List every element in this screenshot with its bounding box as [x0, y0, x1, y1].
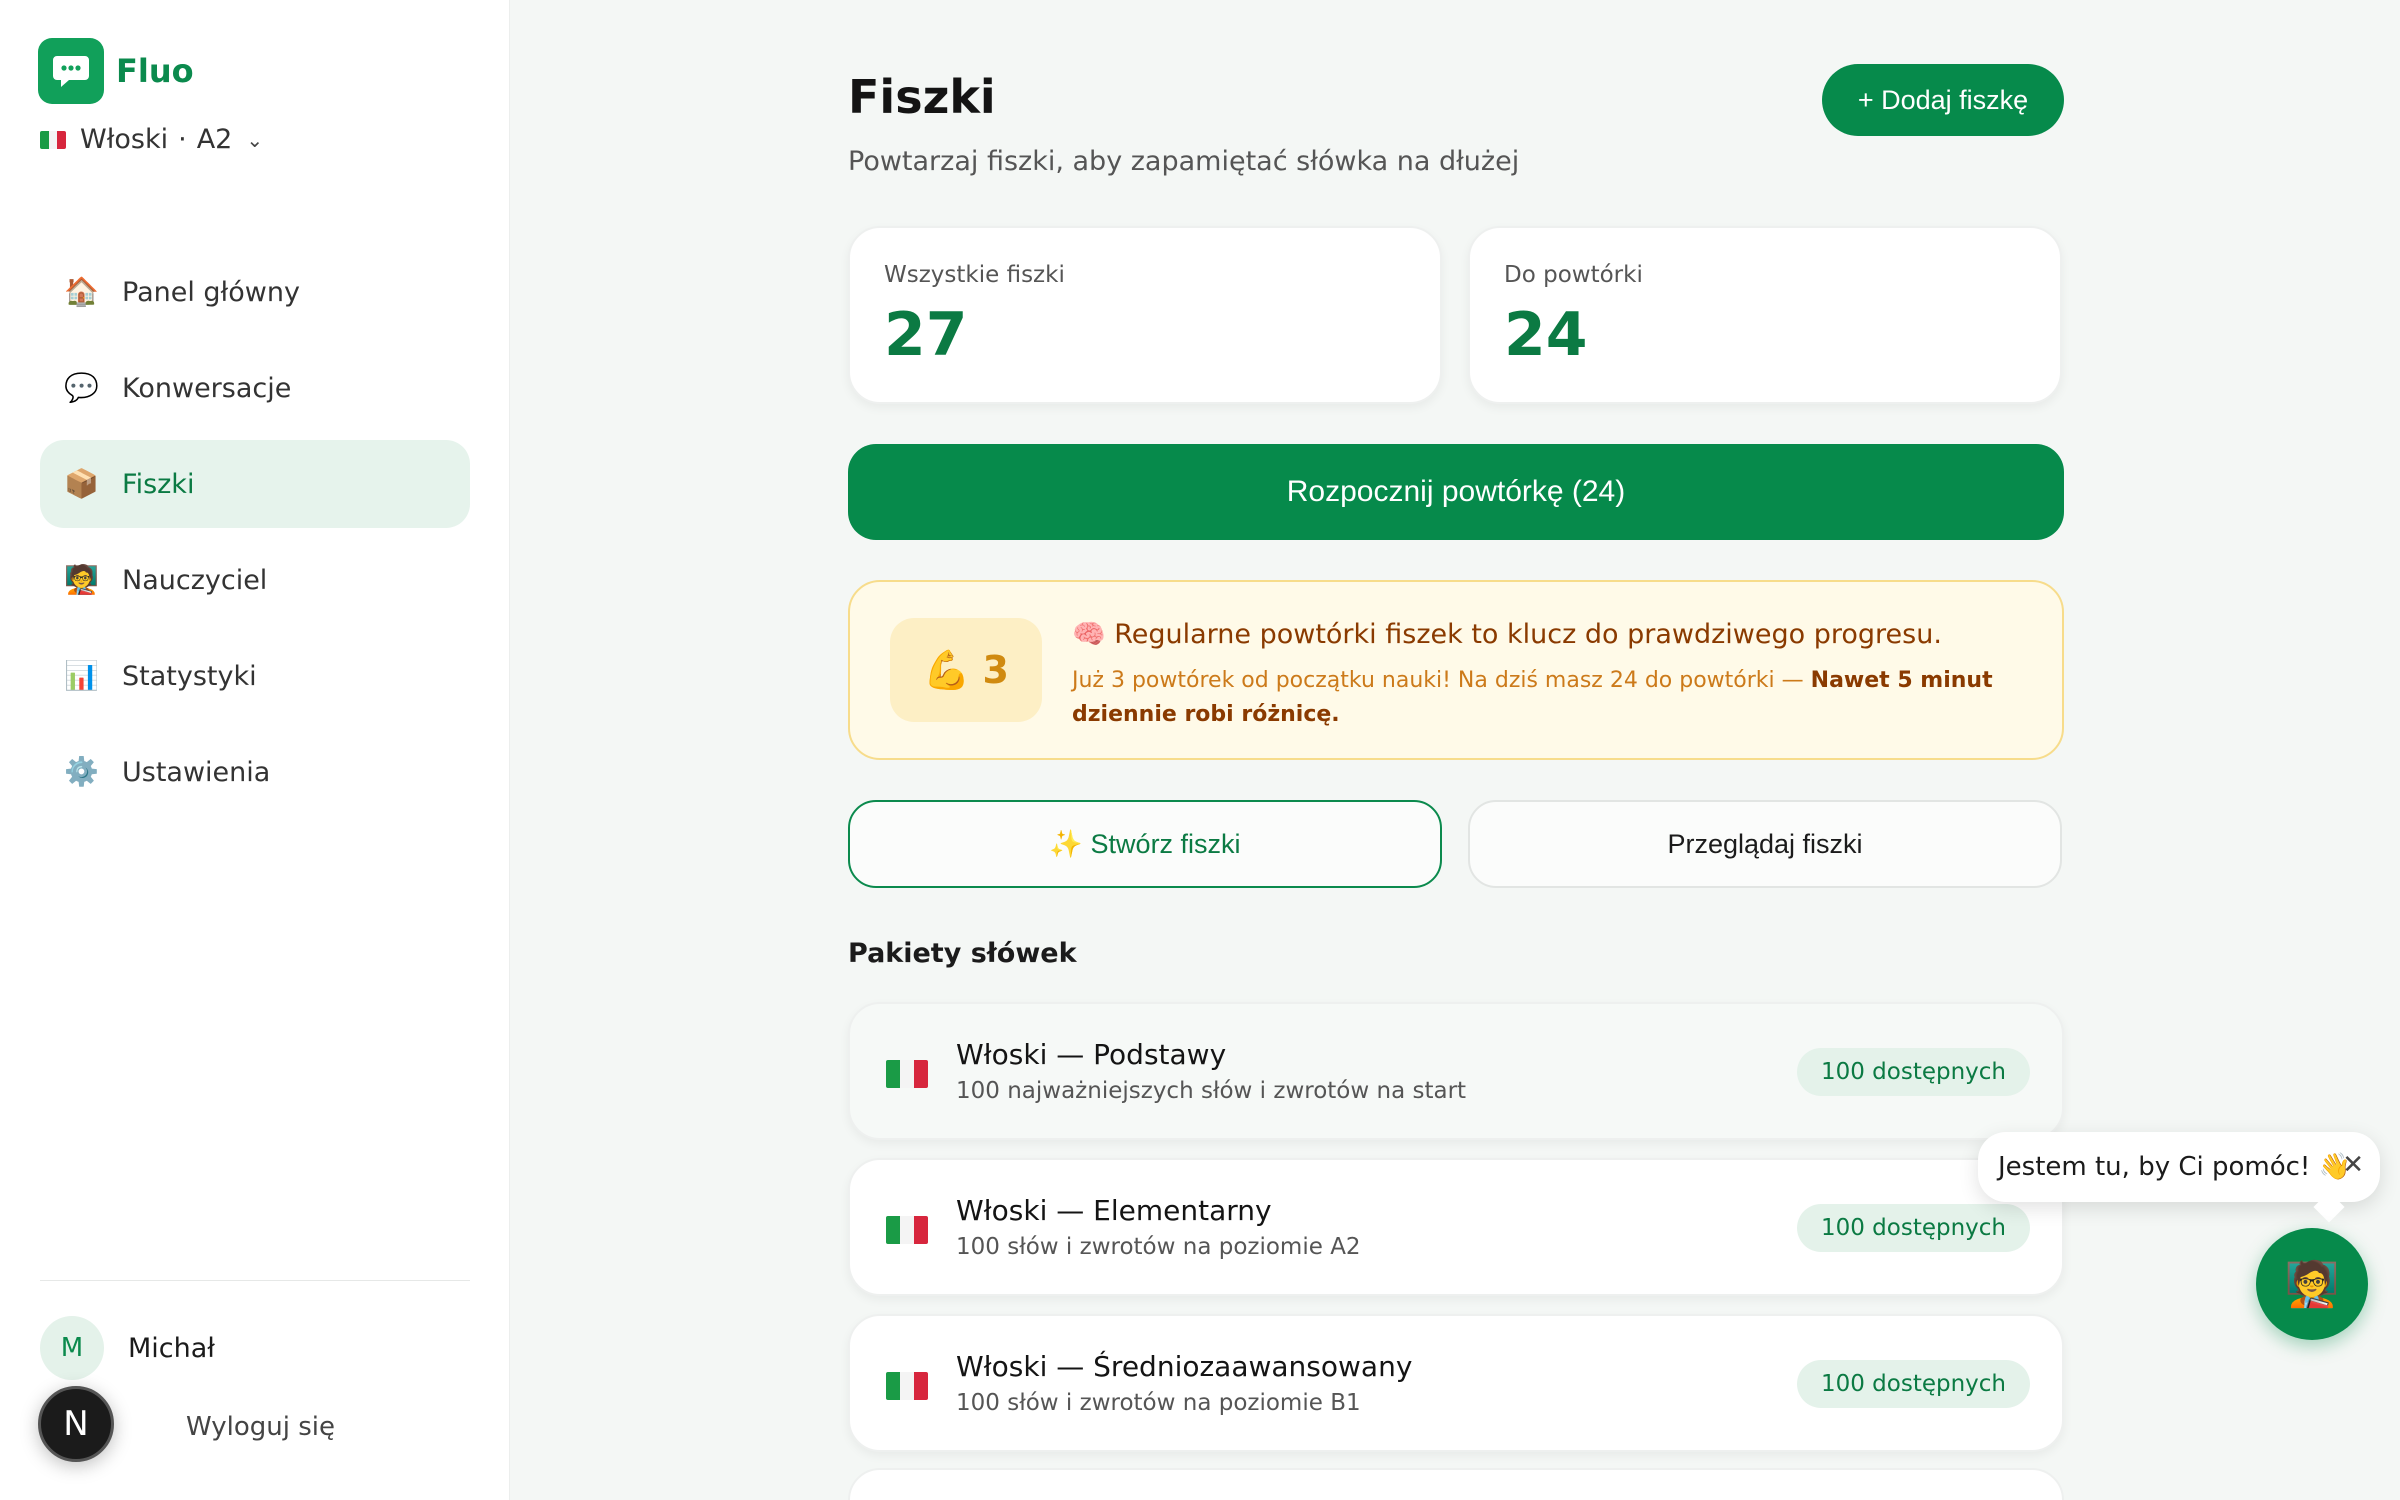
avatar: M [40, 1316, 104, 1380]
stat-label: Wszystkie fiszki [884, 262, 1065, 288]
sidebar-item-panel[interactable]: 🏠 Panel główny [40, 248, 470, 336]
logout-button[interactable]: Wyloguj się [186, 1412, 335, 1442]
create-flashcards-button[interactable]: ✨ Stwórz fiszki [848, 800, 1442, 888]
sidebar-item-label: Ustawienia [122, 756, 271, 788]
italy-flag-icon [886, 1060, 928, 1088]
status-badge: 100 dostępnych [1796, 1360, 2030, 1408]
sidebar: Fluo Włoski · A2 ⌄ 🏠 Panel główny 💬 Konw… [0, 0, 510, 1500]
gear-icon: ⚙️ [64, 755, 99, 788]
list-item[interactable]: Włoski — Podstawy 100 najważniejszych sł… [848, 1002, 2064, 1140]
language-selector[interactable]: Włoski · A2 ⌄ [40, 124, 263, 155]
page-subtitle: Powtarzaj fiszki, aby zapamiętać słówka … [848, 146, 1520, 177]
bar-chart-icon: 📊 [64, 659, 99, 692]
banner-title: 🧠 Regularne powtórki fiszek to klucz do … [1072, 619, 1942, 650]
sidebar-item-label: Nauczyciel [122, 564, 268, 596]
packs-section-title: Pakiety słówek [848, 938, 1077, 969]
list-item-partial[interactable] [848, 1468, 2064, 1500]
sidebar-item-label: Panel główny [122, 276, 300, 308]
language-separator: · [178, 124, 187, 155]
language-level: A2 [196, 124, 233, 155]
assistant-button[interactable]: 🧑‍🏫 [2256, 1228, 2368, 1340]
brand-name: Fluo [116, 52, 194, 90]
pack-title: Włoski — Średniozaawansowany [956, 1350, 1413, 1383]
add-flashcard-button[interactable]: + Dodaj fiszkę [1822, 64, 2064, 136]
stat-value: 24 [1504, 300, 1588, 370]
sidebar-item-label: Fiszki [122, 468, 195, 500]
sidebar-item-flashcards[interactable]: 📦 Fiszki [40, 440, 470, 528]
sidebar-item-settings[interactable]: ⚙️ Ustawienia [40, 728, 470, 816]
user-profile[interactable]: M Michał [40, 1316, 215, 1380]
flexed-biceps-icon: 💪 [923, 647, 971, 692]
teacher-icon: 🧑‍🏫 [2284, 1259, 2340, 1310]
sidebar-nav: 🏠 Panel główny 💬 Konwersacje 📦 Fiszki 🧑‍… [40, 248, 470, 824]
pack-description: 100 słów i zwrotów na poziomie B1 [956, 1390, 1361, 1416]
teacher-icon: 🧑‍🏫 [64, 563, 99, 596]
pack-title: Włoski — Podstawy [956, 1038, 1227, 1071]
speech-bubble-icon: 💬 [64, 371, 99, 404]
helper-tooltip: Jestem tu, by Ci pomóc! 👋 ✕ [1978, 1132, 2380, 1202]
start-review-button[interactable]: Rozpocznij powtórkę (24) [848, 444, 2064, 540]
stat-value: 27 [884, 300, 968, 370]
dev-tools-badge[interactable]: N [38, 1386, 114, 1462]
status-badge: 100 dostępnych [1796, 1204, 2030, 1252]
sidebar-divider [40, 1280, 470, 1281]
close-icon[interactable]: ✕ [2342, 1150, 2364, 1180]
stat-label: Do powtórki [1504, 262, 1643, 288]
house-icon: 🏠 [64, 275, 99, 308]
box-icon: 📦 [64, 467, 99, 500]
language-name: Włoski [80, 124, 169, 155]
list-item[interactable]: Włoski — Elementarny 100 słów i zwrotów … [848, 1158, 2064, 1296]
pack-title: Włoski — Elementarny [956, 1194, 1272, 1227]
sidebar-item-conversations[interactable]: 💬 Konwersacje [40, 344, 470, 432]
chevron-down-icon: ⌄ [246, 127, 264, 152]
italy-flag-icon [886, 1372, 928, 1400]
page-title: Fiszki [848, 70, 996, 124]
streak-count: 3 [982, 648, 1009, 692]
italy-flag-icon [886, 1216, 928, 1244]
status-badge: 100 dostępnych [1796, 1048, 2030, 1096]
brand[interactable]: Fluo [38, 38, 194, 104]
stat-card-total: Wszystkie fiszki 27 [848, 226, 1442, 404]
sidebar-item-label: Statystyki [122, 660, 257, 692]
helper-message: Jestem tu, by Ci pomóc! 👋 [1998, 1152, 2351, 1182]
stat-card-due: Do powtórki 24 [1468, 226, 2062, 404]
banner-text: Już 3 powtórek od początku nauki! Na dzi… [1072, 664, 2012, 732]
sidebar-item-statistics[interactable]: 📊 Statystyki [40, 632, 470, 720]
sidebar-item-label: Konwersacje [122, 372, 292, 404]
chat-bubble-icon [38, 38, 104, 104]
banner-text-main: Już 3 powtórek od początku nauki! Na dzi… [1072, 668, 1811, 693]
pack-description: 100 najważniejszych słów i zwrotów na st… [956, 1078, 1467, 1104]
list-item[interactable]: Włoski — Średniozaawansowany 100 słów i … [848, 1314, 2064, 1452]
browse-flashcards-button[interactable]: Przeglądaj fiszki [1468, 800, 2062, 888]
italy-flag-icon [40, 130, 66, 149]
motivation-banner: 💪 3 🧠 Regularne powtórki fiszek to klucz… [848, 580, 2064, 760]
streak-badge: 💪 3 [890, 618, 1042, 722]
user-name: Michał [128, 1332, 215, 1364]
sidebar-item-teacher[interactable]: 🧑‍🏫 Nauczyciel [40, 536, 470, 624]
pack-description: 100 słów i zwrotów na poziomie A2 [956, 1234, 1361, 1260]
